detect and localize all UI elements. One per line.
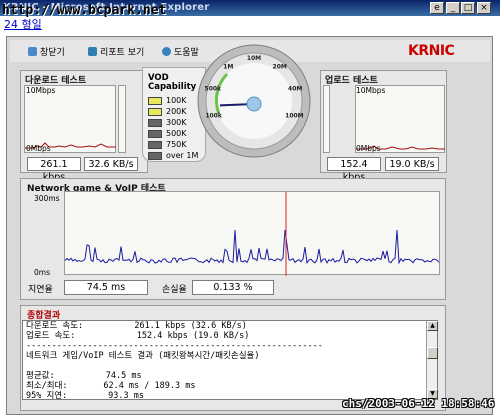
gauge-tick-label: 10M <box>247 55 261 62</box>
ie-logo-icon: e <box>430 2 444 14</box>
upload-level-bar <box>323 85 330 153</box>
heart-icon <box>28 46 37 56</box>
network-trace <box>64 192 440 276</box>
report-line: 다운로드 속도: 261.1 kbps (32.6 KB/s) <box>26 321 247 331</box>
vod-level-label: 500K <box>166 129 187 138</box>
speed-gauge: 100k 500k 1M 10M 20M 40M 100M <box>197 44 311 158</box>
scroll-up-icon[interactable]: ▲ <box>427 321 438 331</box>
scroll-thumb[interactable] <box>427 347 438 359</box>
gauge-tick-label: 100k <box>205 113 223 120</box>
document-icon <box>88 46 97 56</box>
vod-swatch <box>148 129 162 138</box>
latency-label: 지연율 <box>28 285 53 295</box>
vod-swatch <box>148 107 162 116</box>
network-ymin: 0ms <box>34 268 50 277</box>
report-scrollbar[interactable]: ▲ ▼ <box>426 321 438 399</box>
upload-kbs: 19.0 KB/s <box>385 157 439 171</box>
report-line: ----------------------------------------… <box>26 341 323 351</box>
gauge-tick-label: 500k <box>205 86 223 93</box>
report-line: 평균값: 74.5 ms <box>26 371 142 381</box>
vod-list: 100K 200K 300K 500K 750K over 1M <box>143 95 205 161</box>
help-button[interactable]: 도움말 <box>162 44 199 58</box>
network-graph <box>64 191 440 276</box>
vod-title: VOD Capability <box>148 73 197 92</box>
help-icon <box>162 46 171 56</box>
vod-swatch <box>148 96 162 105</box>
loss-value: 0.133 % <box>192 280 274 295</box>
top-link[interactable]: 24 형일 <box>4 16 42 32</box>
report-line: 네트워크 게임/VoIP 테스트 결과 (패킷왕복시간/패킷손실율) <box>26 351 260 361</box>
krnic-logo: KRNIC <box>408 43 455 59</box>
vod-swatch <box>148 118 162 127</box>
loss-label: 손실율 <box>162 285 187 295</box>
download-graph <box>24 85 116 153</box>
vod-level-label: over 1M <box>166 151 199 160</box>
vod-level-label: 100K <box>166 96 187 105</box>
gauge-tick-label: 20M <box>273 64 287 71</box>
download-ymin: 0Mbps <box>26 144 51 153</box>
close-app-label: 창닫기 <box>40 47 65 58</box>
vod-level-label: 200K <box>166 107 187 116</box>
vod-swatch <box>148 151 162 160</box>
report-line: 업로드 속도: 152.4 kbps (19.0 KB/s) <box>26 331 250 341</box>
latency-value: 74.5 ms <box>64 280 148 295</box>
close-app-button[interactable]: 창닫기 <box>28 44 65 58</box>
close-window-button[interactable]: × <box>477 2 491 14</box>
report-button[interactable]: 리포트 보기 <box>88 44 144 58</box>
report-text: 다운로드 속도: 261.1 kbps (32.6 KB/s) 업로드 속도: 1… <box>22 320 438 400</box>
report-label: 리포트 보기 <box>100 47 145 58</box>
network-ymax: 300ms <box>34 194 60 203</box>
download-kbps: 261.1 kbps <box>27 157 81 183</box>
upload-graph <box>355 85 445 153</box>
maximize-button[interactable]: □ <box>461 2 475 14</box>
gauge-tick-label: 1M <box>223 64 233 71</box>
vod-level-label: 300K <box>166 118 187 127</box>
report-line: 최소/최대: 62.4 ms / 189.3 ms <box>26 381 196 391</box>
help-label: 도움말 <box>174 47 199 58</box>
upload-ymax: 10Mbps <box>356 86 386 95</box>
download-ymax: 10Mbps <box>26 86 56 95</box>
gauge-tick-label: 100M <box>285 113 304 120</box>
download-level-bar <box>118 85 126 153</box>
gauge-tick-label: 40M <box>288 86 302 93</box>
vod-swatch <box>148 140 162 149</box>
report-line <box>26 361 434 371</box>
vod-level-label: 750K <box>166 140 187 149</box>
download-kbs: 32.6 KB/s <box>84 157 138 171</box>
timestamp: chs/2003-06-12 18:58:46 <box>342 397 495 410</box>
upload-kbps: 152.4 kbps <box>327 157 381 183</box>
minimize-button[interactable]: _ <box>446 2 460 14</box>
upload-ymin: 0Mbps <box>356 144 381 153</box>
